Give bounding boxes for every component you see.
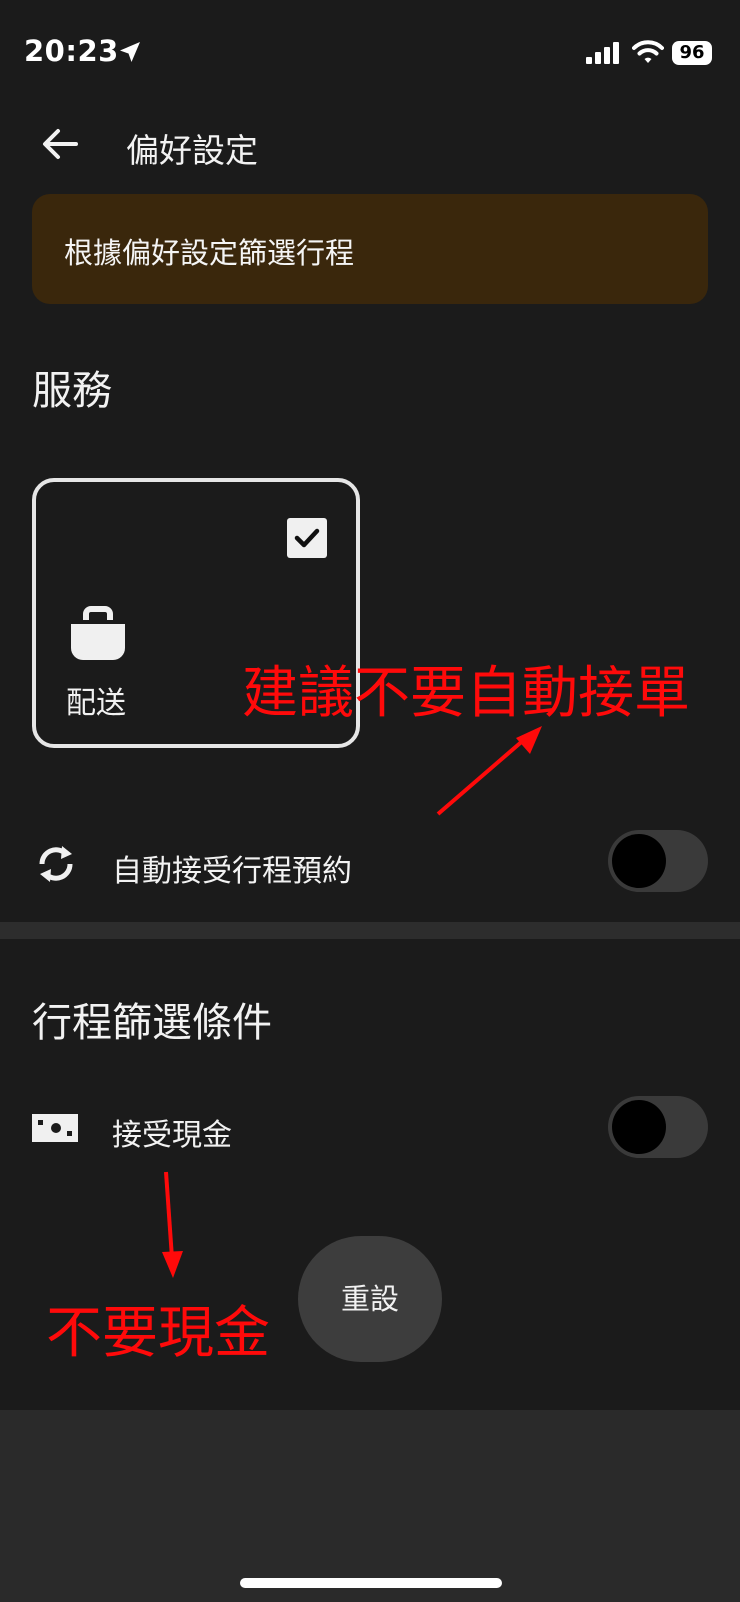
filters-section-title: 行程篩選條件 [32, 1000, 272, 1046]
reset-button[interactable]: 重設 [298, 1236, 442, 1362]
battery-indicator: 96 [672, 41, 712, 65]
auto-accept-toggle[interactable] [608, 830, 708, 892]
cellular-signal-icon [586, 42, 619, 64]
checkmark-icon [294, 528, 320, 548]
annotation-text-no-cash: 不要現金 [46, 1301, 270, 1366]
accept-cash-toggle[interactable] [608, 1096, 708, 1158]
home-indicator [240, 1578, 502, 1588]
services-section-title: 服務 [32, 368, 112, 414]
checkbox-checked[interactable] [287, 518, 327, 558]
sync-icon [39, 846, 73, 882]
section-divider [0, 922, 740, 939]
annotation-arrow-down [162, 1171, 183, 1278]
shopping-bag-icon [71, 606, 125, 660]
service-card-label: 配送 [66, 686, 126, 721]
status-time: 20:23 [24, 34, 119, 68]
annotation-arrow-up [436, 726, 542, 816]
toggle-knob [612, 834, 666, 888]
location-arrow-icon [120, 42, 140, 62]
info-banner: 根據偏好設定篩選行程 [32, 194, 708, 304]
annotation-text-auto-accept: 建議不要自動接單 [242, 661, 690, 726]
page-title: 偏好設定 [126, 131, 258, 170]
cash-icon [32, 1114, 78, 1142]
banner-text: 根據偏好設定篩選行程 [64, 236, 355, 270]
accept-cash-label: 接受現金 [112, 1118, 232, 1153]
toggle-knob [612, 1100, 666, 1154]
back-arrow-icon[interactable] [40, 124, 80, 164]
wifi-icon [632, 40, 664, 63]
auto-accept-label: 自動接受行程預約 [112, 854, 352, 889]
